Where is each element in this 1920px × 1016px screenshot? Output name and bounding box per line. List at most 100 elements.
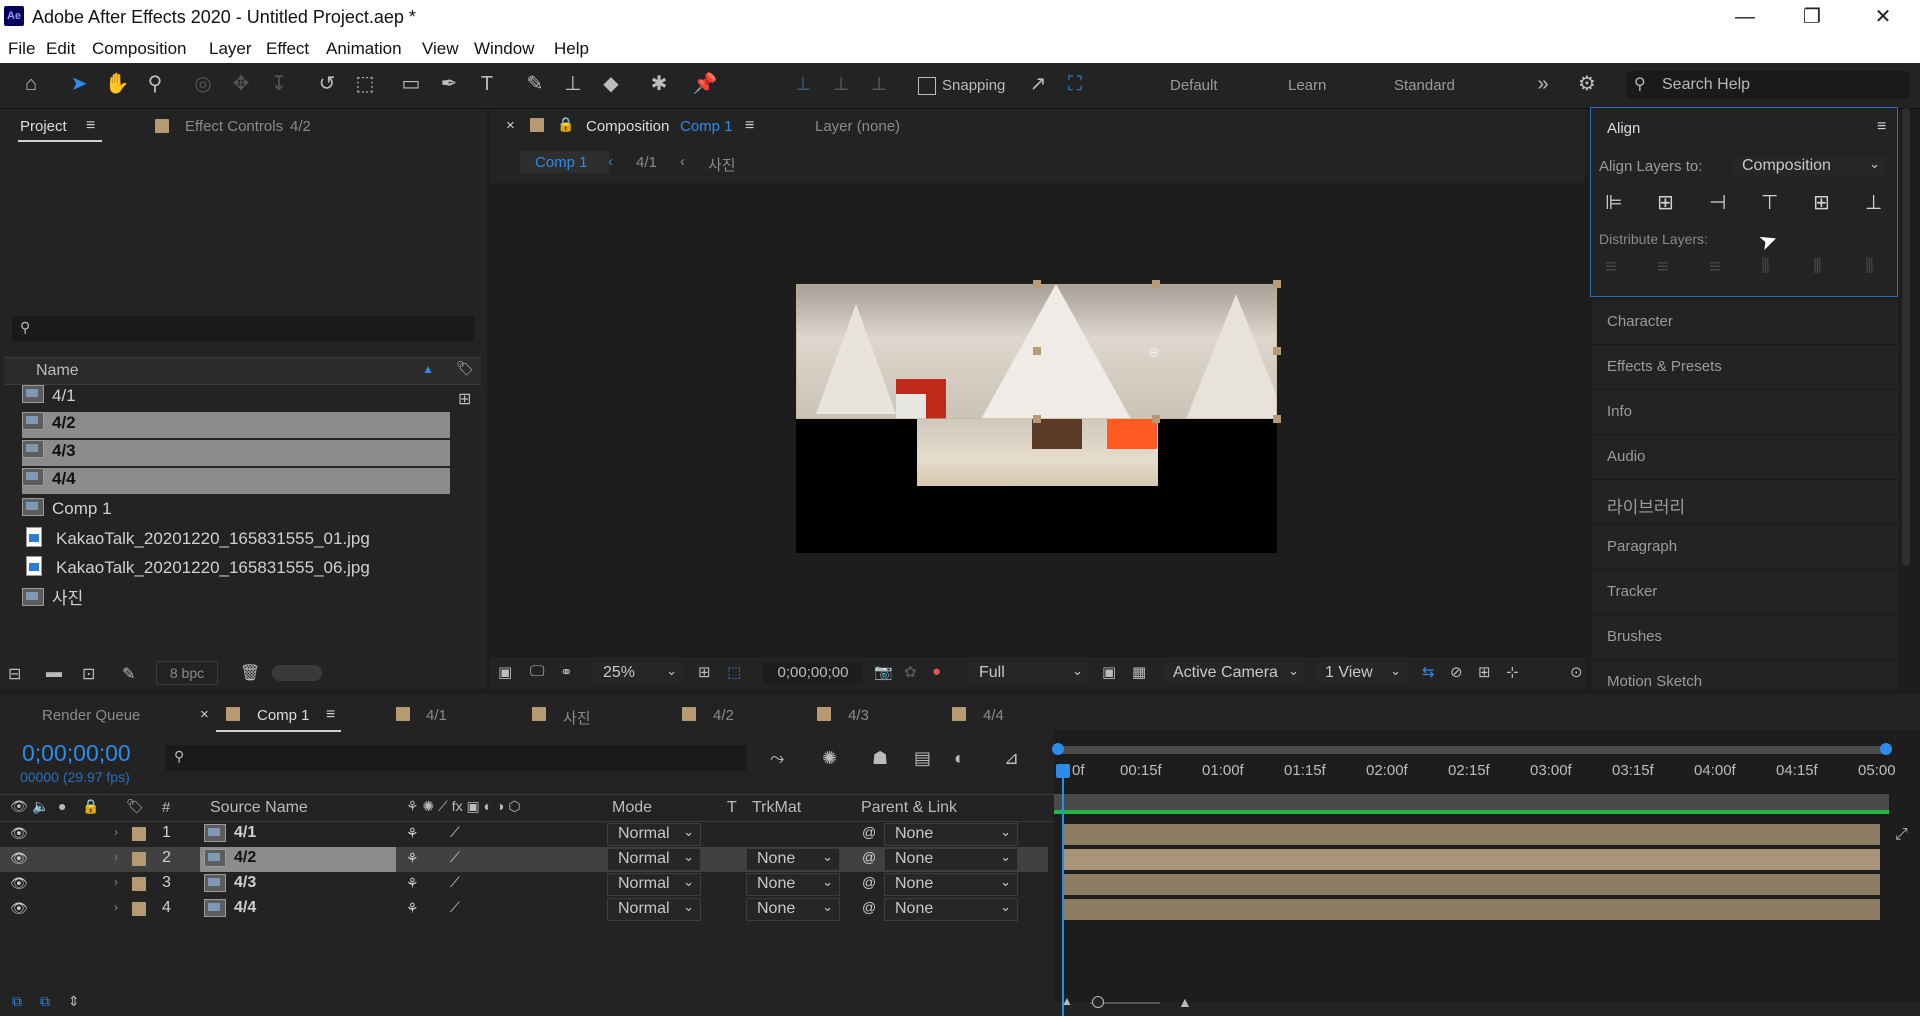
breadcrumb-item[interactable]: 4/1 [636, 154, 657, 171]
parent-dropdown[interactable]: None ⌄ [884, 848, 1018, 871]
rectangle-tool-icon[interactable]: ▭ [398, 71, 424, 97]
collapse-transform-icon[interactable]: ⚘ [406, 875, 419, 892]
project-search-input[interactable]: ⚲ [12, 316, 474, 342]
transform-handle[interactable] [1033, 415, 1041, 423]
align-top-icon[interactable]: ⊤ [1761, 190, 1778, 215]
layer-row[interactable]: 👁 › 2 4/2 ⚘ ⟋ Normal ⌄ None ⌄ @ None ⌄ [0, 847, 1048, 872]
transform-handle[interactable] [1152, 415, 1160, 423]
collapse-transform-icon[interactable]: ⚘ [406, 900, 419, 917]
align-left-icon[interactable]: ⊫ [1605, 190, 1622, 215]
align-vertical-center-icon[interactable]: ⊞ [1813, 190, 1830, 215]
close-tab-icon[interactable]: × [506, 117, 515, 134]
right-panels-scrollbar[interactable] [1902, 108, 1910, 566]
snap-target-icon[interactable]: ⛶ [1062, 71, 1088, 97]
project-item[interactable]: 사진 [22, 584, 83, 610]
close-tab-icon[interactable]: × [200, 706, 209, 723]
mode-dropdown[interactable]: Normal ⌄ [607, 898, 701, 921]
project-item[interactable]: 4/4 [22, 468, 450, 494]
camera-dropdown[interactable]: Active Camera ⌄ [1162, 662, 1306, 685]
axis-view-icon[interactable]: ⟂ [866, 71, 892, 97]
zoom-dropdown[interactable]: 25% ⌄ [592, 662, 684, 685]
timeline-search-input[interactable]: ⚲ [166, 745, 746, 771]
panel-motion-sketch[interactable]: Motion Sketch [1592, 660, 1898, 691]
sync-settings-icon[interactable]: ⚙ [1574, 71, 1600, 97]
align-right-icon[interactable]: ⊣ [1709, 190, 1726, 215]
quality-icon[interactable]: ⟋ [450, 874, 460, 891]
mask-visibility-icon[interactable]: ⚭ [560, 663, 573, 681]
mode-dropdown[interactable]: Normal ⌄ [607, 873, 701, 896]
fast-previews-icon[interactable]: ▣ [1102, 663, 1116, 681]
expand-arrow-icon[interactable]: › [114, 875, 118, 889]
layer-duration-bar[interactable] [1062, 874, 1880, 895]
frame-blending-icon[interactable]: ▤ [914, 748, 931, 769]
transform-handle[interactable] [1033, 280, 1041, 288]
brush-tool-icon[interactable]: ✎ [522, 71, 548, 97]
current-time-display[interactable]: 0;00;00;00 [763, 662, 863, 684]
distribute-horizontal-center-icon[interactable]: ⦀ [1813, 256, 1822, 279]
toggle-pixel-aspect-icon[interactable]: ⇆ [1422, 663, 1435, 681]
eye-icon[interactable]: 👁 [10, 850, 28, 867]
tab-4-1[interactable]: 4/1 [426, 707, 447, 724]
column-source-name[interactable]: Source Name [210, 799, 308, 817]
panel-info[interactable]: Info [1592, 390, 1898, 435]
align-bottom-icon[interactable]: ⊥ [1865, 190, 1882, 215]
playhead[interactable] [1062, 766, 1064, 1016]
panel-menu-icon[interactable]: ≡ [1877, 118, 1886, 136]
navigator-start-handle[interactable] [1052, 743, 1064, 755]
panel-menu-icon[interactable]: ≡ [86, 117, 95, 135]
panel-menu-icon[interactable]: ≡ [745, 117, 754, 135]
project-item[interactable]: KakaoTalk_20201220_165831555_06.jpg [22, 556, 370, 582]
trkmat-dropdown[interactable]: None ⌄ [746, 848, 840, 871]
pan-camera-icon[interactable]: ✥ [228, 71, 254, 97]
panel-audio[interactable]: Audio [1592, 435, 1898, 480]
project-item[interactable]: Comp 1 [22, 498, 112, 524]
collapse-transform-icon[interactable]: ⚘ [406, 825, 419, 842]
shy-icon[interactable]: ☗ [872, 748, 888, 769]
flowchart-icon[interactable]: ⊹ [1506, 663, 1519, 681]
toggle-transfer-controls-icon[interactable]: ⧉ [40, 993, 50, 1010]
distribute-vertical-center-icon[interactable]: ≡ [1657, 256, 1669, 279]
breadcrumb-item[interactable]: 사진 [708, 154, 736, 175]
mode-dropdown[interactable]: Normal ⌄ [607, 848, 701, 871]
tab-effect-controls[interactable]: Effect Controls [185, 118, 283, 135]
layer-name[interactable]: 4/2 [234, 849, 256, 867]
anchor-point-icon[interactable]: ⊕ [1148, 344, 1160, 361]
trkmat-dropdown[interactable]: None ⌄ [746, 873, 840, 896]
align-horizontal-center-icon[interactable]: ⊞ [1657, 190, 1674, 215]
navigator-end-handle[interactable] [1880, 743, 1892, 755]
orbit-camera-icon[interactable]: ◎ [190, 71, 216, 97]
workspace-overflow-icon[interactable]: » [1530, 71, 1556, 97]
tab-comp-1[interactable]: Comp 1 [257, 707, 310, 724]
parent-dropdown[interactable]: None ⌄ [884, 898, 1018, 921]
selection-tool-icon[interactable]: ➤ [66, 71, 92, 97]
layer-row[interactable]: 👁 › 4 4/4 ⚘ ⟋ Normal ⌄ None ⌄ @ None ⌄ [0, 897, 1048, 922]
view-layout-dropdown[interactable]: 1 View ⌄ [1314, 662, 1408, 685]
menu-layer[interactable]: Layer [209, 39, 252, 59]
snap-icon[interactable]: ↗ [1025, 71, 1051, 97]
layer-duration-bar[interactable] [1062, 899, 1880, 920]
axis-local-icon[interactable]: ⟂ [790, 71, 816, 97]
current-time-indicator-icon[interactable] [1056, 764, 1070, 778]
tab-photo[interactable]: 사진 [563, 707, 591, 728]
label-swatch[interactable] [132, 877, 146, 891]
minimize-button[interactable]: — [1715, 0, 1775, 36]
more-icon[interactable]: ⊙ [1570, 663, 1583, 681]
tab-composition-name[interactable]: Comp 1 [680, 118, 733, 135]
toggle-in-out-icon[interactable]: ⇕ [68, 993, 80, 1010]
workspace-learn[interactable]: Learn [1288, 77, 1326, 94]
expand-arrow-icon[interactable]: › [114, 825, 118, 839]
eraser-icon[interactable]: ◆ [598, 71, 624, 97]
zoom-in-icon[interactable]: ▲ [1178, 994, 1192, 1010]
quality-icon[interactable]: ⟋ [450, 849, 460, 866]
project-item[interactable]: KakaoTalk_20201220_165831555_01.jpg [22, 527, 370, 553]
workspace-standard[interactable]: Standard [1394, 77, 1455, 94]
layer-duration-bar[interactable] [1062, 824, 1880, 845]
pick-whip-icon[interactable]: @ [862, 824, 876, 840]
eye-icon[interactable]: 👁 [10, 875, 28, 892]
region-of-interest-icon[interactable]: ⬚ [727, 663, 741, 681]
transform-handle[interactable] [1152, 280, 1160, 288]
work-area-bar[interactable] [1054, 794, 1889, 810]
align-to-dropdown[interactable]: Composition ⌄ [1731, 155, 1887, 178]
layer-row[interactable]: 👁 › 1 4/1 ⚘ ⟋ Normal ⌄ @ None ⌄ [0, 822, 1048, 847]
clone-stamp-icon[interactable]: ⊥ [560, 71, 586, 97]
